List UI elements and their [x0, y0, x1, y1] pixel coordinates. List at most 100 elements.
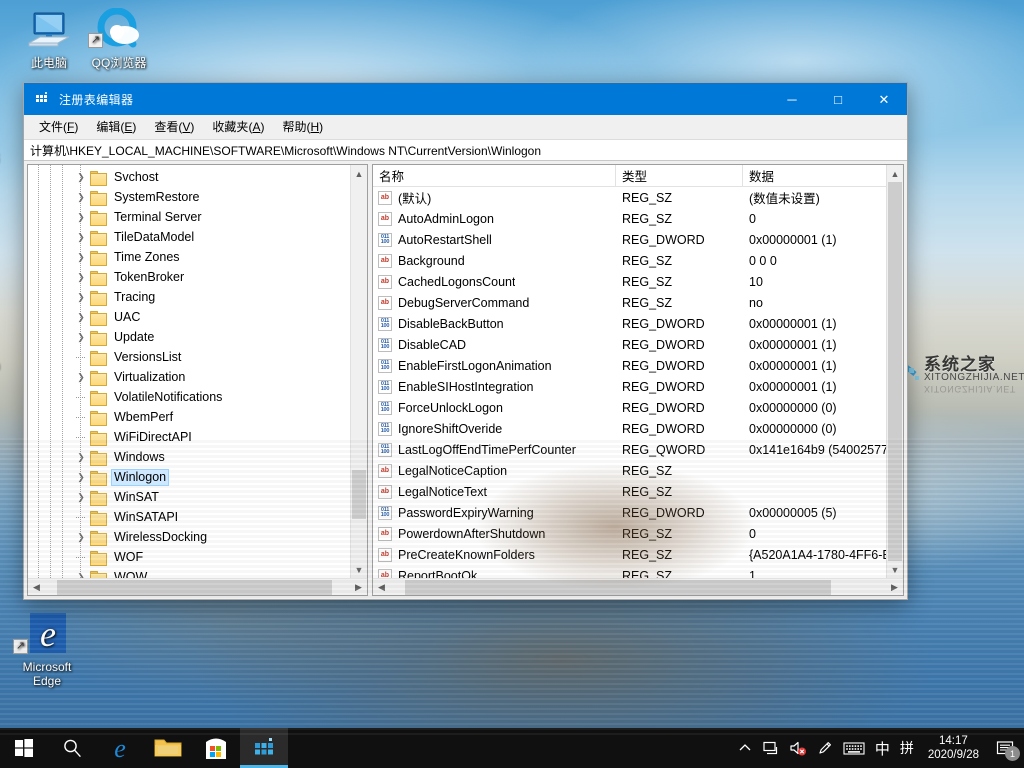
menu-edit[interactable]: 编辑(E) [87, 115, 145, 138]
minimize-button[interactable]: ─ [769, 83, 815, 115]
menu-help[interactable]: 帮助(H) [273, 115, 332, 138]
value-row[interactable]: abDebugServerCommandREG_SZno [373, 292, 886, 313]
tree-hscroll-thumb[interactable] [57, 580, 332, 595]
ime-mode-button[interactable]: 中 [870, 728, 895, 768]
scroll-up-icon[interactable]: ▲ [351, 165, 367, 182]
volume-button[interactable] [784, 728, 812, 768]
tree-node[interactable]: ❯UAC [28, 307, 350, 327]
tree-vertical-scrollbar[interactable]: ▲ ▼ [350, 165, 367, 578]
value-row[interactable]: abAutoAdminLogonREG_SZ0 [373, 208, 886, 229]
scroll-down-icon[interactable]: ▼ [351, 561, 367, 578]
menu-view[interactable]: 查看(V) [145, 115, 203, 138]
start-button[interactable] [0, 728, 48, 768]
chevron-right-icon[interactable]: ❯ [74, 167, 88, 187]
chevron-right-icon[interactable]: ❯ [74, 567, 88, 578]
chevron-right-icon[interactable]: ❯ [74, 267, 88, 287]
menu-favorites[interactable]: 收藏夹(A) [203, 115, 273, 138]
tree-node[interactable]: WOF [28, 547, 350, 567]
value-row[interactable]: 011100EnableSIHostIntegrationREG_DWORD0x… [373, 376, 886, 397]
tree-node[interactable]: ❯Svchost [28, 167, 350, 187]
chevron-right-icon[interactable]: ❯ [74, 327, 88, 347]
value-row[interactable]: abPreCreateKnownFoldersREG_SZ{A520A1A4-1… [373, 544, 886, 565]
chevron-right-icon[interactable]: ❯ [74, 487, 88, 507]
column-header-type[interactable]: 类型 [616, 165, 743, 186]
regedit-taskbar-button[interactable] [240, 728, 288, 768]
taskbar-empty-area[interactable] [288, 728, 733, 768]
show-hidden-icons-button[interactable] [733, 728, 757, 768]
tree-scroll-track[interactable] [351, 182, 367, 561]
value-row[interactable]: ab(默认)REG_SZ(数值未设置) [373, 187, 886, 208]
scroll-left-icon[interactable]: ◀ [28, 579, 45, 596]
chevron-right-icon[interactable]: ❯ [74, 187, 88, 207]
desktop-icon-qq-browser[interactable]: ↗ QQ浏览器 [80, 6, 158, 70]
tree-node[interactable]: ❯WOW [28, 567, 350, 578]
tree-node[interactable]: ❯TileDataModel [28, 227, 350, 247]
scroll-left-icon[interactable]: ◀ [373, 579, 390, 596]
tree-node[interactable]: ❯Terminal Server [28, 207, 350, 227]
tree-scroll-area[interactable]: ❯Svchost❯SystemRestore❯Terminal Server❯T… [28, 165, 350, 578]
value-row[interactable]: abCachedLogonsCountREG_SZ10 [373, 271, 886, 292]
chevron-right-icon[interactable]: ❯ [74, 227, 88, 247]
list-scroll-area[interactable]: 名称 类型 数据 ab(默认)REG_SZ(数值未设置)abAutoAdminL… [373, 165, 886, 578]
tree-node[interactable]: ❯Virtualization [28, 367, 350, 387]
tree-node[interactable]: WinSATAPI [28, 507, 350, 527]
tree-node[interactable]: ❯Windows [28, 447, 350, 467]
scroll-right-icon[interactable]: ▶ [886, 579, 903, 596]
tree-node[interactable]: VersionsList [28, 347, 350, 367]
value-row[interactable]: 011100DisableBackButtonREG_DWORD0x000000… [373, 313, 886, 334]
list-scroll-thumb[interactable] [888, 182, 902, 561]
value-row[interactable]: 011100DisableCADREG_DWORD0x00000001 (1) [373, 334, 886, 355]
column-header-data[interactable]: 数据 [743, 165, 886, 186]
value-row[interactable]: abBackgroundREG_SZ0 0 0 [373, 250, 886, 271]
pen-button[interactable] [812, 728, 838, 768]
tree-node[interactable]: ❯Tracing [28, 287, 350, 307]
chevron-right-icon[interactable]: ❯ [74, 367, 88, 387]
chevron-right-icon[interactable]: ❯ [74, 467, 88, 487]
tree-node[interactable]: ❯Time Zones [28, 247, 350, 267]
value-row[interactable]: 011100EnableFirstLogonAnimationREG_DWORD… [373, 355, 886, 376]
edge-taskbar-button[interactable]: e [96, 728, 144, 768]
value-row[interactable]: 011100PasswordExpiryWarningREG_DWORD0x00… [373, 502, 886, 523]
touch-keyboard-button[interactable] [838, 728, 870, 768]
value-row[interactable]: 011100IgnoreShiftOverideREG_DWORD0x00000… [373, 418, 886, 439]
tree-node[interactable]: ❯Winlogon [28, 467, 350, 487]
tree-hscroll-track[interactable] [45, 579, 350, 596]
microsoft-store-button[interactable] [192, 728, 240, 768]
address-bar[interactable]: 计算机\HKEY_LOCAL_MACHINE\SOFTWARE\Microsof… [24, 139, 907, 161]
list-hscroll-thumb[interactable] [405, 580, 832, 595]
desktop-icon-partial[interactable]: D [0, 270, 14, 284]
list-hscroll-track[interactable] [390, 579, 886, 596]
menu-file[interactable]: 文件(F) [30, 115, 87, 138]
tree-node[interactable]: ❯Update [28, 327, 350, 347]
tree-horizontal-scrollbar[interactable]: ◀ ▶ [28, 578, 367, 595]
clock-button[interactable]: 14:17 2020/9/28 [919, 728, 988, 768]
chevron-right-icon[interactable]: ❯ [74, 307, 88, 327]
window-titlebar[interactable]: 注册表编辑器 ─ □ ✕ [24, 83, 907, 115]
chevron-right-icon[interactable]: ❯ [74, 247, 88, 267]
value-row[interactable]: abLegalNoticeTextREG_SZ [373, 481, 886, 502]
tree-node[interactable]: WiFiDirectAPI [28, 427, 350, 447]
column-header-name[interactable]: 名称 [373, 165, 616, 186]
scroll-right-icon[interactable]: ▶ [350, 579, 367, 596]
tree-node[interactable]: ❯TokenBroker [28, 267, 350, 287]
desktop-icon-edge[interactable]: e ↗ Microsoft Edge [8, 610, 86, 688]
desktop-icon-partial[interactable]: 回收站 [0, 150, 20, 164]
list-vertical-scrollbar[interactable]: ▲ ▼ [886, 165, 903, 578]
value-row[interactable]: abReportBootOkREG_SZ1 [373, 565, 886, 578]
tree-node[interactable]: ❯SystemRestore [28, 187, 350, 207]
tree-node[interactable]: WbemPerf [28, 407, 350, 427]
action-center-button[interactable]: 1 [988, 728, 1022, 768]
desktop-icon-partial[interactable]: In [0, 500, 14, 514]
value-row[interactable]: 011100LastLogOffEndTimePerfCounterREG_QW… [373, 439, 886, 460]
ime-pinyin-button[interactable]: 拼 [895, 728, 919, 768]
value-row[interactable]: abLegalNoticeCaptionREG_SZ [373, 460, 886, 481]
tree-node[interactable]: VolatileNotifications [28, 387, 350, 407]
scroll-up-icon[interactable]: ▲ [887, 165, 903, 182]
list-scroll-track[interactable] [887, 182, 903, 561]
tree-node[interactable]: ❯WinSAT [28, 487, 350, 507]
file-explorer-button[interactable] [144, 728, 192, 768]
list-horizontal-scrollbar[interactable]: ◀ ▶ [373, 578, 903, 595]
value-row[interactable]: abPowerdownAfterShutdownREG_SZ0 [373, 523, 886, 544]
close-button[interactable]: ✕ [861, 83, 907, 115]
value-row[interactable]: 011100ForceUnlockLogonREG_DWORD0x0000000… [373, 397, 886, 418]
